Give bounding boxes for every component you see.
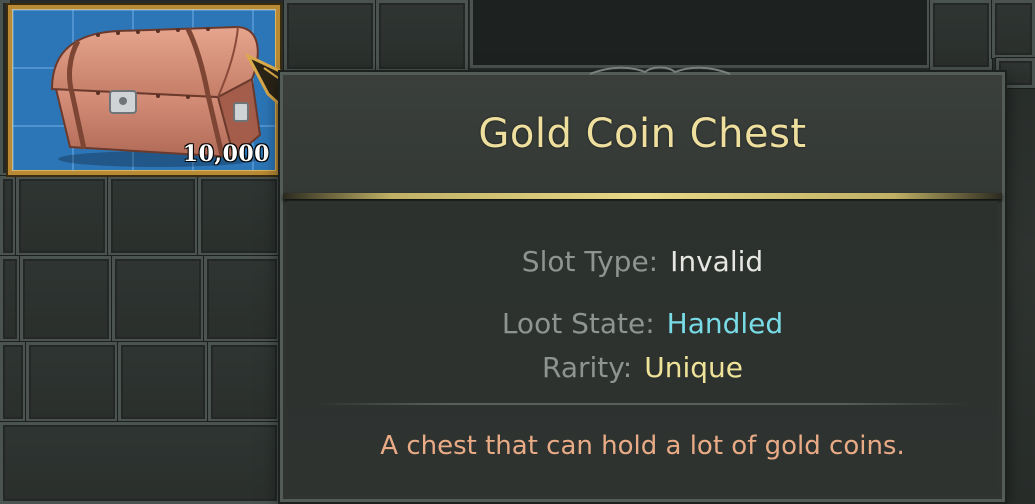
stat-separator: : [648,245,659,278]
inventory-slot[interactable] [16,176,108,256]
inventory-slot[interactable] [26,342,118,422]
stat-rarity: Rarity: Unique [287,351,998,384]
stat-value: Invalid [670,245,764,278]
body-divider [317,403,968,405]
inventory-slot[interactable] [198,176,280,256]
stat-loot-state: Loot State: Handled [287,307,998,340]
inventory-slot[interactable] [208,342,280,422]
top-panel [470,0,930,68]
item-quantity: 10,000 [182,141,270,167]
inventory-slot[interactable] [376,0,468,72]
selected-item-slot[interactable]: 10,000 [8,5,280,175]
stat-label: Slot Type [521,245,649,278]
stat-value: Unique [644,351,743,384]
header-divider [283,193,1002,199]
inventory-slot[interactable] [204,256,280,342]
stat-label: Rarity [541,351,623,384]
stat-separator: : [622,351,633,384]
inventory-slot[interactable] [0,422,280,504]
stat-separator: : [645,307,655,340]
tooltip-top-ornament [590,66,730,75]
inventory-slot[interactable] [112,256,204,342]
inventory-slot[interactable] [992,0,1035,58]
stat-value: Handled [666,307,784,340]
inventory-slot[interactable] [0,342,26,422]
stat-slot-type: Slot Type: Invalid [287,245,998,278]
inventory-slot[interactable] [108,176,198,256]
inventory-slot[interactable] [118,342,208,422]
stat-label: Loot State [501,307,646,340]
item-title: Gold Coin Chest [478,111,807,157]
inventory-slot[interactable] [0,176,16,256]
inventory-slot[interactable] [930,0,992,70]
tooltip-body: Slot Type: Invalid Loot State: Handled Rar… [287,201,998,495]
item-tooltip: Gold Coin Chest Slot Type: Invalid Loot S… [280,72,1005,502]
inventory-slot[interactable] [0,256,20,342]
tooltip-header: Gold Coin Chest [283,75,1002,193]
inventory-slot[interactable] [20,256,112,342]
item-description: A chest that can hold a lot of gold coin… [380,431,905,461]
